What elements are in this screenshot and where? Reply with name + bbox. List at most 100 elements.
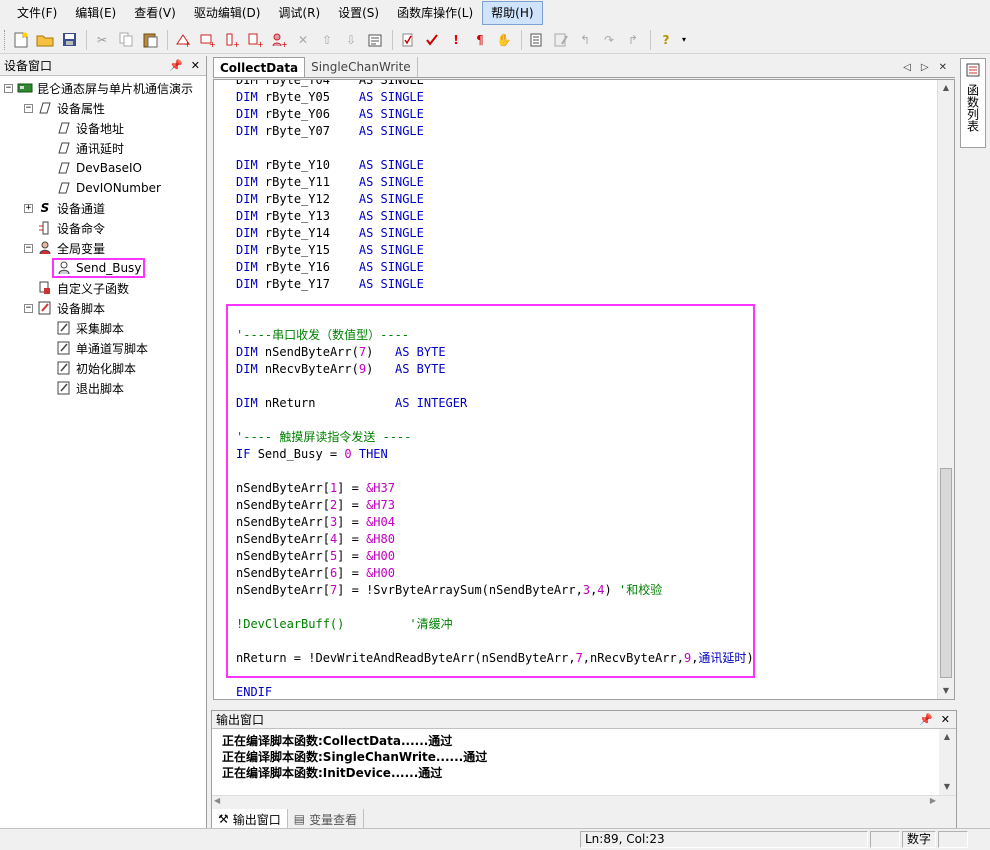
tree-single-chan-script[interactable]: 单通道写脚本 [0,338,206,358]
copy-icon[interactable] [115,29,137,51]
paste-icon[interactable] [139,29,161,51]
output-vertical-scrollbar[interactable]: ▲ ▼ [939,729,956,795]
code-content[interactable]: DIM rByte_Y04 AS SINGLE DIM rByte_Y05 AS … [236,80,754,699]
add-variable-icon[interactable]: + [268,29,290,51]
code-editor[interactable]: DIM rByte_Y04 AS SINGLE DIM rByte_Y05 AS … [213,79,955,700]
tree-device-props[interactable]: − 设备属性 [0,98,206,118]
tree-collect-script[interactable]: 采集脚本 [0,318,206,338]
pin-icon[interactable]: 📌 [169,59,183,72]
properties-icon[interactable] [364,29,386,51]
script-icon[interactable] [526,29,548,51]
code-line: nSendByteArr[2] = &H73 [236,498,395,512]
new-file-icon[interactable] [10,29,32,51]
function-list-icon [966,63,980,80]
tree-global-vars[interactable]: − 全局变量 [0,238,206,258]
tree-device-channel[interactable]: + S 设备通道 [0,198,206,218]
toolbar-grip[interactable] [4,29,7,50]
property-icon [56,120,72,136]
menu-file[interactable]: 文件(F) [8,1,66,25]
menu-view[interactable]: 查看(V) [125,1,185,25]
scroll-up-icon[interactable]: ▲ [938,80,954,96]
menu-settings[interactable]: 设置(S) [329,1,388,25]
function-list-tab[interactable]: 函数列表 [960,58,986,148]
help-icon[interactable]: ? [655,29,677,51]
scroll-down-icon[interactable]: ▼ [939,779,955,795]
output-log[interactable]: 正在编译脚本函数:CollectData......通过 正在编译脚本函数:Si… [212,729,956,795]
code-line: DIM rByte_Y17 AS SINGLE [236,277,424,291]
tab-single-chan-write[interactable]: SingleChanWrite [305,57,418,77]
code-line: DIM rByte_Y13 AS SINGLE [236,209,424,223]
expand-icon[interactable]: + [24,203,33,213]
scroll-up-icon[interactable]: ▲ [939,729,955,745]
close-icon[interactable]: ✕ [941,713,950,726]
code-line: nSendByteArr[7] = !SvrByteArraySum(nSend… [236,583,663,597]
tab-close-icon[interactable]: ✕ [939,62,947,73]
svg-text:+: + [281,40,287,48]
cut-icon[interactable]: ✂ [91,29,113,51]
output-horizontal-scrollbar[interactable]: ◀ ▶ [212,795,956,809]
output-line: 正在编译脚本函数:InitDevice......通过 [222,766,443,780]
move-up-icon[interactable]: ⇧ [316,29,338,51]
tree-root[interactable]: − 昆仑通态屏与单片机通信演示 [0,78,206,98]
collapse-icon[interactable]: − [24,243,33,253]
collapse-icon[interactable]: − [24,303,33,313]
tree-send-busy[interactable]: Send_Busy [0,258,206,278]
tree-exit-script[interactable]: 退出脚本 [0,378,206,398]
property-icon [56,140,72,156]
scrollbar-thumb[interactable] [940,468,952,678]
tree-device-command[interactable]: 设备命令 [0,218,206,238]
menu-edit[interactable]: 编辑(E) [66,1,125,25]
edit-script-icon[interactable] [550,29,572,51]
check-icon[interactable] [421,29,443,51]
collapse-icon[interactable]: − [4,83,13,93]
menu-library[interactable]: 函数库操作(L) [388,1,482,25]
step-over-icon[interactable]: ↷ [598,29,620,51]
add-command-icon[interactable]: + [220,29,242,51]
stop-icon[interactable]: ! [445,29,467,51]
move-down-icon[interactable]: ⇩ [340,29,362,51]
tab-scroll-right-icon[interactable]: ▷ [921,62,929,73]
channel-icon: S [40,201,50,215]
close-icon[interactable]: ✕ [191,59,200,72]
script-icon [56,340,72,356]
tab-variable-view[interactable]: ▤ 变量查看 [288,809,365,829]
toolbar-separator [392,29,393,50]
tab-collect-data[interactable]: CollectData [213,57,306,77]
script-icon [56,320,72,336]
scroll-right-icon[interactable]: ▶ [930,796,936,805]
editor-vertical-scrollbar[interactable]: ▲ ▼ [937,80,954,699]
tree-custom-functions[interactable]: 自定义子函数 [0,278,206,298]
person-icon [37,240,53,256]
menu-help[interactable]: 帮助(H) [482,1,543,25]
menu-driver-edit[interactable]: 驱动编辑(D) [185,1,270,25]
property-icon [56,180,72,196]
toolbar-overflow-icon[interactable]: ▾ [679,29,689,51]
tab-scroll-left-icon[interactable]: ◁ [903,62,911,73]
step-out-icon[interactable]: ↱ [622,29,644,51]
add-function-icon[interactable]: + [244,29,266,51]
tree-comm-delay[interactable]: 通讯延时 [0,138,206,158]
step-into-icon[interactable]: ↰ [574,29,596,51]
code-line: !DevClearBuff() '清缓冲 [236,617,453,631]
pin-icon[interactable]: 📌 [919,713,933,726]
tree-device-scripts[interactable]: − 设备脚本 [0,298,206,318]
pointer-icon[interactable]: ¶ [469,29,491,51]
tab-output[interactable]: ⚒ 输出窗口 [212,809,288,829]
compile-icon[interactable] [397,29,419,51]
add-device-icon[interactable]: + [172,29,194,51]
open-folder-icon[interactable] [34,29,56,51]
collapse-icon[interactable]: − [24,103,33,113]
hand-icon[interactable]: ✋ [493,29,515,51]
property-icon [37,100,53,116]
tree-dev-io-number[interactable]: DevIONumber [0,178,206,198]
scroll-down-icon[interactable]: ▼ [938,683,954,699]
add-channel-icon[interactable]: + [196,29,218,51]
code-line: DIM nRecvByteArr(9) AS BYTE [236,362,446,376]
scroll-left-icon[interactable]: ◀ [214,796,220,805]
tree-init-script[interactable]: 初始化脚本 [0,358,206,378]
tree-device-addr[interactable]: 设备地址 [0,118,206,138]
tree-dev-base-io[interactable]: DevBaseIO [0,158,206,178]
delete-icon[interactable]: ✕ [292,29,314,51]
menu-debug[interactable]: 调试(R) [269,1,329,25]
save-icon[interactable] [58,29,80,51]
